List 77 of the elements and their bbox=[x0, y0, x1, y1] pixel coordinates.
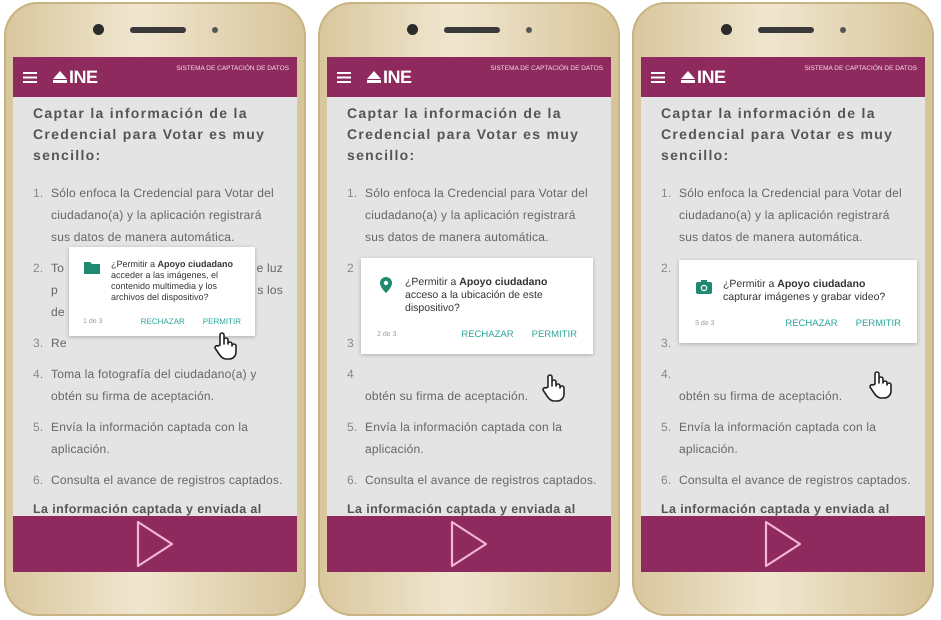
list-number: 4 bbox=[347, 366, 355, 383]
list-text: obtén su firma de aceptación. bbox=[679, 388, 842, 405]
list-number: 3. bbox=[33, 335, 44, 352]
logo-text: INE bbox=[383, 66, 412, 88]
play-outline-icon[interactable] bbox=[763, 519, 803, 569]
sensor-dot bbox=[840, 26, 846, 32]
play-outline-icon[interactable] bbox=[449, 519, 489, 569]
speaker-slot bbox=[130, 26, 186, 32]
cut-off-text: La información captada y enviada al bbox=[661, 501, 891, 516]
list-text: Sólo enfoca la Credencial para Votar del ciudadano(a) y la aplicación registrará sus datos de manera automática. bbox=[51, 185, 275, 246]
menu-icon[interactable] bbox=[651, 72, 665, 82]
list-number: 5. bbox=[347, 419, 358, 436]
list-number: 4. bbox=[661, 366, 672, 383]
list-text: obtén su firma de aceptación. bbox=[365, 388, 528, 405]
heading: Captar la información de la Credencial para Votar es muy sencillo: bbox=[33, 104, 266, 165]
sensor-dot bbox=[526, 26, 532, 32]
deny-button[interactable]: RECHAZAR bbox=[783, 316, 840, 331]
logo-icon bbox=[681, 71, 695, 83]
dialog-message: ¿Permitir a Apoyo ciudadano acceder a las imágenes, el contenido multimedia y los archivos del dispositivo? bbox=[111, 259, 234, 303]
camera-icon bbox=[695, 278, 713, 296]
speaker-slot bbox=[758, 26, 814, 32]
camera-dot bbox=[720, 24, 732, 35]
camera-dot bbox=[406, 24, 418, 35]
list-text: Re bbox=[51, 335, 67, 352]
list-text: de bbox=[51, 304, 65, 321]
list-text: To bbox=[51, 260, 64, 277]
sensor-dot bbox=[212, 26, 218, 32]
list-text: Consulta el avance de registros captados. bbox=[51, 472, 283, 489]
list-number: 2 bbox=[347, 260, 355, 277]
deny-button[interactable]: RECHAZAR bbox=[459, 327, 516, 342]
list-number: 6. bbox=[347, 472, 358, 489]
list-text: s los bbox=[257, 282, 283, 299]
menu-icon[interactable] bbox=[23, 72, 37, 82]
list-text: Consulta el avance de registros captados. bbox=[679, 472, 911, 489]
list-number: 3 bbox=[347, 335, 355, 352]
list-text: Envía la información captada con la aplicación. bbox=[51, 419, 250, 458]
list-number: 1. bbox=[33, 185, 44, 202]
logo-icon bbox=[53, 71, 67, 83]
hand-cursor-icon bbox=[867, 370, 893, 399]
list-number: 3. bbox=[661, 335, 672, 352]
list-number: 2. bbox=[661, 260, 672, 277]
list-text: e luz bbox=[256, 260, 283, 277]
cut-off-text: La información captada y enviada al bbox=[33, 501, 263, 516]
dialog-message: ¿Permitir a Apoyo ciudadano acceso a la ubicación de este dispositivo? bbox=[405, 276, 548, 315]
list-number: 6. bbox=[33, 472, 44, 489]
allow-button[interactable]: PERMITIR bbox=[854, 316, 903, 331]
heading: Captar la información de la Credencial para Votar es muy sencillo: bbox=[347, 104, 580, 165]
list-text: Envía la información captada con la aplicación. bbox=[365, 419, 564, 458]
logo-text: INE bbox=[69, 66, 98, 88]
list-text: Sólo enfoca la Credencial para Votar del ciudadano(a) y la aplicación registrará sus datos de manera automática. bbox=[679, 185, 903, 246]
allow-button[interactable]: PERMITIR bbox=[200, 315, 243, 328]
list-text: p bbox=[51, 282, 58, 299]
list-text: Envía la información captada con la aplicación. bbox=[679, 419, 878, 458]
list-number: 5. bbox=[33, 419, 44, 436]
list-number: 2. bbox=[33, 260, 44, 277]
dialog-message: ¿Permitir a Apoyo ciudadano capturar imágenes y grabar video? bbox=[723, 278, 886, 304]
location-pin-icon bbox=[377, 276, 395, 294]
camera-dot bbox=[92, 24, 104, 35]
list-text: Sólo enfoca la Credencial para Votar del ciudadano(a) y la aplicación registrará sus datos de manera automática. bbox=[365, 185, 589, 246]
list-number: 6. bbox=[661, 472, 672, 489]
menu-icon[interactable] bbox=[337, 72, 351, 82]
heading: Captar la información de la Credencial para Votar es muy sencillo: bbox=[661, 104, 894, 165]
logo-icon bbox=[367, 71, 381, 83]
list-number: 5. bbox=[661, 419, 672, 436]
list-number: 4. bbox=[33, 366, 44, 383]
hand-cursor-icon bbox=[540, 373, 566, 402]
cut-off-text: La información captada y enviada al bbox=[347, 501, 577, 516]
list-text: Toma la fotografía del ciudadano(a) y obtén su firma de aceptación. bbox=[51, 366, 258, 405]
deny-button[interactable]: RECHAZAR bbox=[138, 315, 187, 328]
list-number: 1. bbox=[347, 185, 358, 202]
speaker-slot bbox=[444, 26, 500, 32]
allow-button[interactable]: PERMITIR bbox=[530, 327, 579, 342]
logo-text: INE bbox=[697, 66, 726, 88]
list-number: 1. bbox=[661, 185, 672, 202]
list-text: Consulta el avance de registros captados. bbox=[365, 472, 597, 489]
folder-icon bbox=[83, 259, 101, 277]
play-outline-icon[interactable] bbox=[135, 519, 175, 569]
